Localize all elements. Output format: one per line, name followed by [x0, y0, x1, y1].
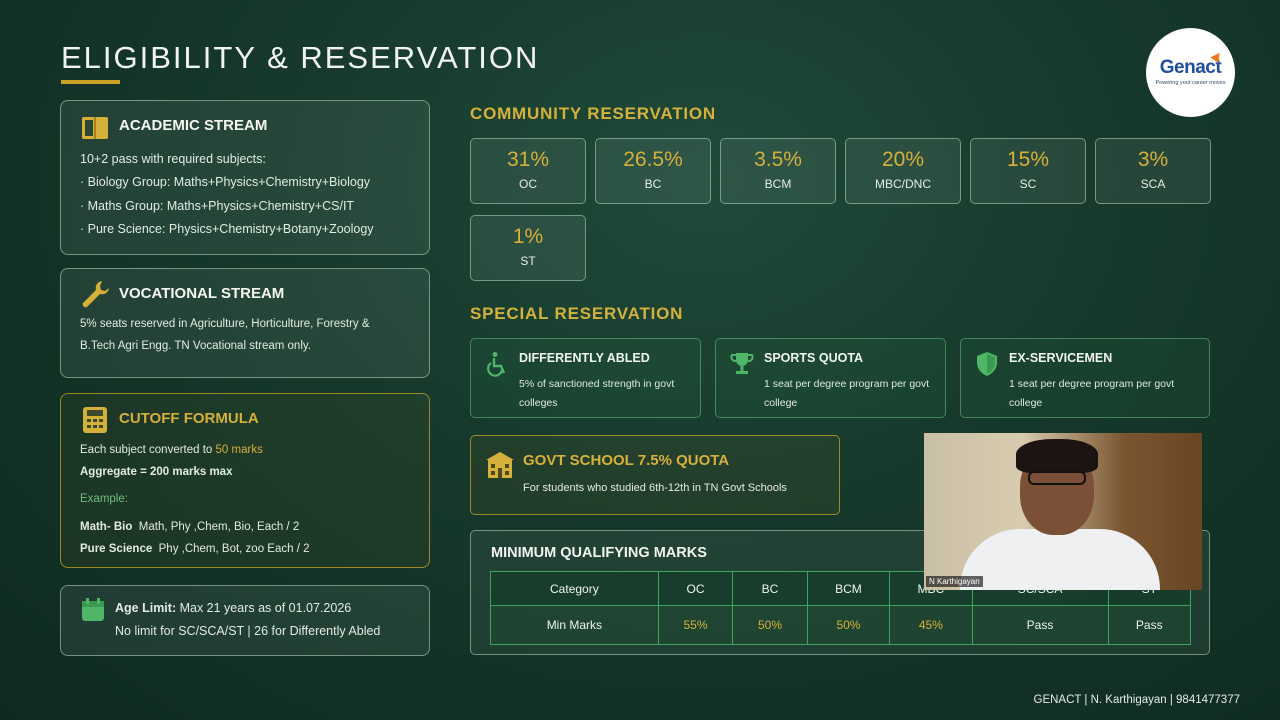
tile-mbc-dnc: 20% MBC/DNC: [845, 138, 961, 204]
table-row: Min Marks 55% 50% 50% 45% Pass Pass: [490, 605, 1192, 645]
age-limit-text: Max 21 years as of 01.07.2026: [179, 601, 352, 615]
example-pure-science: Pure Science Phy ,Chem, Bot, zoo Each / …: [80, 543, 309, 555]
table-cell: 45%: [889, 605, 973, 645]
table-header: Category: [490, 571, 659, 606]
presenter-hair: [1016, 439, 1098, 473]
sports-quota-card: SPORTS QUOTA 1 seat per degree program p…: [715, 338, 946, 418]
presenter-body: [960, 529, 1160, 590]
govt-school-quota-card: GOVT SCHOOL 7.5% QUOTA For students who …: [470, 435, 840, 515]
wheelchair-icon: [487, 352, 506, 377]
example-label: Example:: [80, 493, 128, 505]
footer-credit: GENACT | N. Karthigayan | 9841477377: [1033, 694, 1241, 706]
cutoff-line-1: Each subject converted to 50 marks: [80, 444, 263, 456]
table-cell: 50%: [732, 605, 808, 645]
shield-icon: [977, 352, 997, 376]
example-2-label: Pure Science: [80, 543, 153, 555]
academic-item-pure-science: Pure Science: Physics+Chemistry+Botany+Z…: [87, 222, 374, 236]
vocational-line-2: B.Tech Agri Engg. TN Vocational stream o…: [80, 340, 311, 352]
tile-pct: 3%: [1137, 148, 1169, 171]
ex-servicemen-title: EX-SERVICEMEN: [1009, 351, 1113, 365]
list-item: · Pure Science: Physics+Chemistry+Botany…: [80, 222, 374, 236]
school-icon: [486, 452, 514, 478]
vocational-line-1: 5% seats reserved in Agriculture, Hortic…: [80, 318, 370, 330]
tile-st: 1% ST: [470, 215, 586, 281]
age-limit-line-2: No limit for SC/SCA/ST | 26 for Differen…: [115, 624, 381, 638]
tile-label: SCA: [1140, 177, 1166, 191]
age-limit-label: Age Limit:: [115, 601, 177, 615]
tile-label: ST: [520, 254, 536, 268]
differently-abled-card: DIFFERENTLY ABLED 5% of sanctioned stren…: [470, 338, 701, 418]
cutoff-formula-card: CUTOFF FORMULA Each subject converted to…: [60, 393, 430, 568]
academic-intro: 10+2 pass with required subjects:: [80, 152, 266, 166]
tile-label: BC: [644, 177, 662, 191]
tile-label: BCM: [764, 177, 792, 191]
tile-pct: 20%: [881, 148, 925, 171]
age-limit-line-1: Age Limit: Max 21 years as of 01.07.2026: [115, 601, 351, 615]
minimum-marks-title: MINIMUM QUALIFYING MARKS: [491, 545, 707, 561]
academic-item-biology: Biology Group: Maths+Physics+Chemistry+B…: [87, 175, 371, 189]
tile-pct: 15%: [1006, 148, 1050, 171]
tile-bc: 26.5% BC: [595, 138, 711, 204]
tile-pct: 1%: [512, 225, 544, 248]
govt-school-desc: For students who studied 6th-12th in TN …: [523, 482, 787, 494]
tile-bcm: 3.5% BCM: [720, 138, 836, 204]
cutoff-line-2: Aggregate = 200 marks max: [80, 466, 233, 478]
community-reservation-title: COMMUNITY RESERVATION: [470, 104, 717, 123]
academic-stream-card: ACADEMIC STREAM 10+2 pass with required …: [60, 100, 430, 255]
book-icon: [82, 117, 108, 139]
tile-pct: 3.5%: [754, 148, 802, 171]
example-1-text: Math, Phy ,Chem, Bio, Each / 2: [138, 521, 300, 533]
trophy-icon: [730, 353, 754, 374]
example-1-label: Math- Bio: [80, 521, 133, 533]
presenter-glasses: [1028, 471, 1086, 485]
differently-abled-title: DIFFERENTLY ABLED: [519, 351, 650, 365]
tile-oc: 31% OC: [470, 138, 586, 204]
genact-logo: Genact Powering your career moves: [1146, 28, 1235, 117]
table-header: BC: [732, 571, 808, 606]
cutoff-formula-title: CUTOFF FORMULA: [119, 410, 259, 427]
special-reservation-title: SPECIAL RESERVATION: [470, 304, 684, 323]
academic-item-maths: Maths Group: Maths+Physics+Chemistry+CS/…: [87, 199, 355, 213]
table-header: BCM: [806, 571, 891, 606]
cutoff-line-1-text: Each subject converted to: [80, 444, 216, 456]
vocational-stream-card: VOCATIONAL STREAM 5% seats reserved in A…: [60, 268, 430, 378]
calculator-icon: [83, 407, 107, 433]
wrench-icon: [82, 281, 109, 308]
logo-tagline: Powering your career moves: [1155, 80, 1226, 86]
cutoff-highlight: 50 marks: [215, 444, 263, 456]
webcam-overlay[interactable]: N Karthigayan: [924, 433, 1202, 590]
ex-servicemen-card: EX-SERVICEMEN 1 seat per degree program …: [960, 338, 1210, 418]
list-item: · Maths Group: Maths+Physics+Chemistry+C…: [80, 199, 355, 213]
sports-quota-desc: 1 seat per degree program per govt colle…: [764, 378, 930, 409]
example-math-bio: Math- Bio Math, Phy ,Chem, Bio, Each / 2: [80, 521, 299, 533]
table-header: OC: [657, 571, 734, 606]
govt-school-title: GOVT SCHOOL 7.5% QUOTA: [523, 452, 730, 469]
tile-label: MBC/DNC: [875, 177, 931, 191]
example-2-text: Phy ,Chem, Bot, zoo Each / 2: [158, 543, 310, 555]
ex-servicemen-desc: 1 seat per degree program per govt colle…: [1009, 378, 1175, 409]
tile-pct: 26.5%: [623, 148, 683, 171]
tile-label: OC: [519, 177, 537, 191]
table-cell: Pass: [1107, 605, 1192, 645]
table-cell-label: Min Marks: [490, 605, 659, 645]
tile-sc: 15% SC: [970, 138, 1086, 204]
tile-sca: 3% SCA: [1095, 138, 1211, 204]
tile-label: SC: [1019, 177, 1037, 191]
calendar-icon: [82, 598, 104, 621]
table-cell: 50%: [806, 605, 891, 645]
page-title: ELIGIBILITY & RESERVATION: [61, 40, 540, 75]
vocational-stream-title: VOCATIONAL STREAM: [119, 285, 285, 302]
table-cell: Pass: [971, 605, 1109, 645]
academic-stream-title: ACADEMIC STREAM: [119, 117, 268, 134]
differently-abled-desc: 5% of sanctioned strength in govt colleg…: [519, 378, 675, 409]
logo-text: Genact: [1159, 57, 1222, 78]
title-underline: [61, 80, 120, 84]
table-cell: 55%: [657, 605, 734, 645]
presenter-name-label: N Karthigayan: [926, 576, 983, 587]
age-limit-card: Age Limit: Max 21 years as of 01.07.2026…: [60, 585, 430, 656]
list-item: · Biology Group: Maths+Physics+Chemistry…: [80, 175, 371, 189]
sports-quota-title: SPORTS QUOTA: [764, 351, 864, 365]
tile-pct: 31%: [506, 148, 550, 171]
